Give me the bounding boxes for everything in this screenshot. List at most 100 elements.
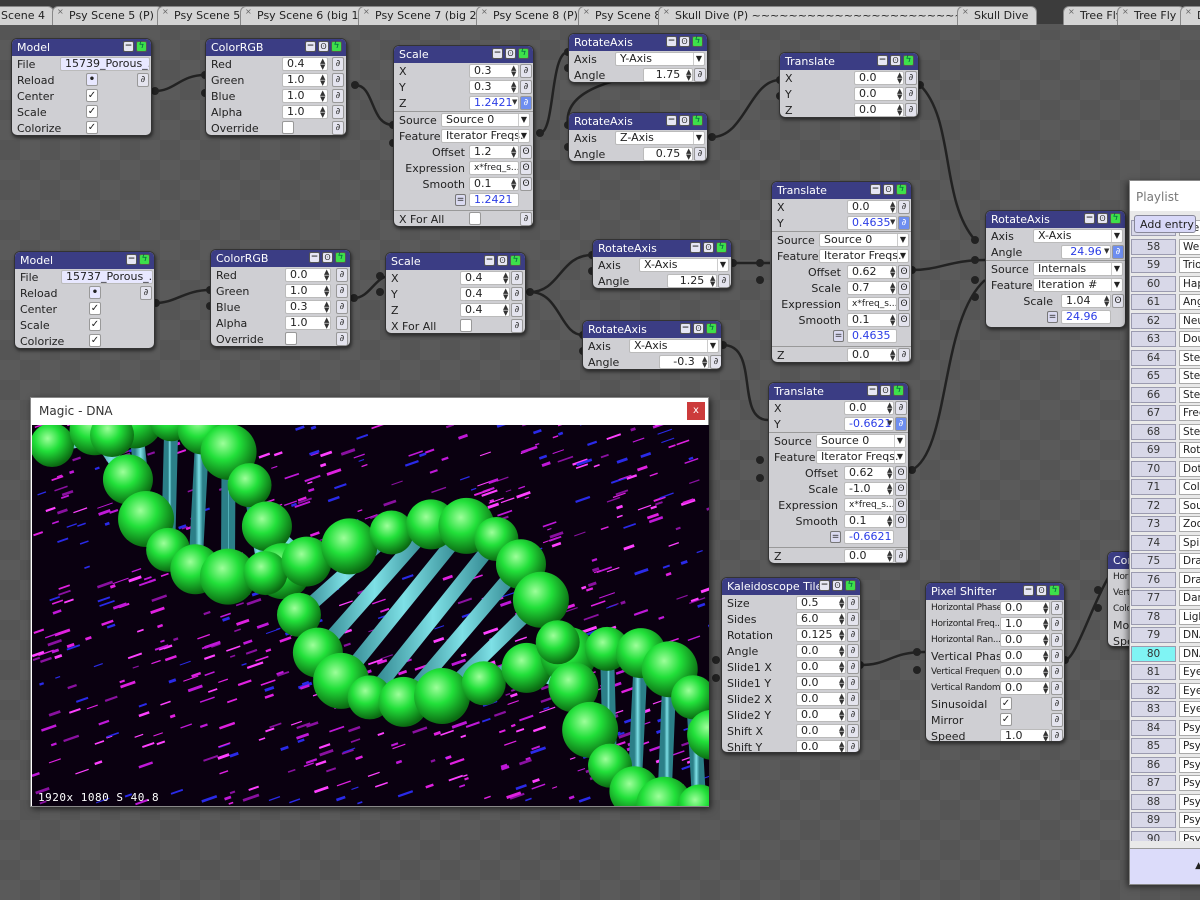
mirror-checkbox[interactable]: ✓ <box>1000 713 1012 726</box>
listen-icon[interactable]: ʘ <box>1112 294 1124 308</box>
link-icon[interactable]: ∂ <box>336 332 348 346</box>
link-icon[interactable]: ∂ <box>898 348 910 362</box>
close-tab-icon[interactable]: × <box>962 7 969 16</box>
node-header[interactable]: ColorRGB − ʘ ϟ <box>211 250 350 267</box>
expression-input[interactable]: x*freq_s... <box>469 161 519 175</box>
spin-icon[interactable]: ▲ ▼ <box>890 314 897 327</box>
scroll-up-button[interactable]: ▲ <box>1130 848 1200 884</box>
playlist-item-number[interactable]: 87 <box>1131 775 1176 791</box>
listen-icon[interactable]: ʘ <box>890 55 901 66</box>
playlist-item-number[interactable]: 73 <box>1131 516 1176 532</box>
playlist-item-number[interactable]: 74 <box>1131 534 1176 551</box>
kaleidoscope-tile-node[interactable]: Kaleidoscope Tile − ʘ ϟ Size 0.5 ▲ ▼ ∂ Sides 6.0… <box>721 577 861 753</box>
link-icon[interactable]: ∂ <box>520 80 532 94</box>
playlist-item-number[interactable]: 64 <box>1131 349 1176 366</box>
close-tab-icon[interactable]: × <box>245 7 252 16</box>
spin-icon[interactable]: ▲ ▼ <box>511 81 518 94</box>
playlist-item-name[interactable]: Eye <box>1179 682 1200 699</box>
playlist-item-name[interactable]: Ang <box>1179 294 1200 310</box>
listen-icon[interactable]: ʘ <box>520 177 532 191</box>
playlist-item[interactable]: 72Sou <box>1130 497 1200 516</box>
playlist-item-number[interactable]: 77 <box>1131 590 1176 606</box>
spin-icon[interactable]: ▲ ▼ <box>1043 666 1050 679</box>
link-icon[interactable]: ∂ <box>847 596 859 610</box>
spin-icon[interactable]: ▲ ▼ <box>839 677 846 690</box>
close-tab-icon[interactable]: × <box>1122 7 1129 16</box>
scene-tab[interactable]: ×Da <box>1180 6 1200 25</box>
colorrgb-node-2[interactable]: ColorRGB − ʘ ϟ Red 0.0 ▲ ▼ ∂ Green 1.0 ▲ ▼ ∂ Blue 0… <box>210 249 351 347</box>
spin-icon[interactable]: ▲ ▼ <box>1043 682 1050 695</box>
link-icon[interactable]: ∂ <box>1112 245 1124 259</box>
link-icon[interactable]: ∂ <box>332 121 344 135</box>
playlist-item-name[interactable]: Psy <box>1179 793 1200 810</box>
power-icon[interactable]: ϟ <box>510 255 521 266</box>
power-icon[interactable]: ϟ <box>1110 213 1121 224</box>
playlist-item[interactable]: 70 Dot <box>1130 460 1200 479</box>
link-icon[interactable]: ∂ <box>511 319 523 333</box>
dropdown-icon[interactable]: ▼ <box>1104 248 1111 260</box>
link-icon[interactable]: ∂ <box>511 287 523 301</box>
playlist-item[interactable]: 75 Dra <box>1130 552 1200 571</box>
link-icon[interactable]: ∂ <box>520 212 532 226</box>
link-icon[interactable]: ∂ <box>336 316 348 330</box>
link-icon[interactable]: ∂ <box>847 676 859 690</box>
playlist-item[interactable]: 61Ang <box>1130 293 1200 312</box>
listen-icon[interactable]: ʘ <box>883 184 894 195</box>
playlist-item-name[interactable]: Psy <box>1179 812 1200 828</box>
minimize-icon[interactable]: − <box>877 55 888 66</box>
power-icon[interactable]: ϟ <box>139 254 150 265</box>
xforall-checkbox[interactable] <box>469 212 481 225</box>
feature-dropdown[interactable]: Iterator Freqs. ▼ <box>816 450 906 464</box>
minimize-icon[interactable]: − <box>484 255 495 266</box>
xforall-checkbox[interactable] <box>460 319 472 332</box>
minimize-icon[interactable]: − <box>309 252 320 263</box>
link-icon[interactable]: ∂ <box>895 417 907 431</box>
center-checkbox[interactable]: ✓ <box>89 302 101 315</box>
spin-icon[interactable]: ▲ ▼ <box>1043 602 1050 615</box>
magic-preview-window[interactable]: Magic - DNA x 1920x 1080 S 40.8 <box>30 397 709 807</box>
power-icon[interactable]: ϟ <box>845 580 856 591</box>
playlist-item[interactable]: 59 Trio <box>1130 256 1200 275</box>
listen-icon[interactable]: ʘ <box>895 482 907 496</box>
spin-icon[interactable]: ▲ ▼ <box>503 272 510 285</box>
listen-icon[interactable]: ʘ <box>322 252 333 263</box>
playlist-item[interactable]: 78Ligh <box>1130 608 1200 627</box>
playlist-item-number[interactable]: 82 <box>1131 682 1176 699</box>
playlist-item[interactable]: 76 Dra <box>1130 571 1200 590</box>
playlist-item[interactable]: 89 Psy <box>1130 811 1200 830</box>
link-icon[interactable]: ∂ <box>710 355 721 369</box>
playlist-item-number[interactable]: 60 <box>1131 275 1176 292</box>
playlist-item-number[interactable]: 58 <box>1131 238 1176 255</box>
playlist-item[interactable]: 73Zoo <box>1130 515 1200 534</box>
playlist-item-name[interactable]: Psy <box>1179 756 1200 773</box>
playlist-item-number[interactable]: 86 <box>1131 756 1176 773</box>
playlist-item-name[interactable]: Free <box>1179 405 1200 421</box>
model-node-1[interactable]: Model − ϟ File 15739_Porous_... Reload • ∂ C… <box>11 38 152 136</box>
spin-icon[interactable]: ▲ ▼ <box>839 661 846 674</box>
playlist-item[interactable]: 63Dou <box>1130 330 1200 349</box>
scale-checkbox[interactable]: ✓ <box>86 105 98 118</box>
spin-icon[interactable]: ▲ ▼ <box>839 597 846 610</box>
link-icon[interactable]: ∂ <box>847 740 859 752</box>
expression-input[interactable]: x*freq_s... <box>844 498 894 512</box>
playlist-item[interactable]: 62Neu <box>1130 312 1200 331</box>
translate-node-1[interactable]: Translate − ʘ ϟ X 0.0 ▲ ▼ ∂ Y 0.0 ▲ ▼ ∂ Z 0.0 ▲ ▼ ∂ <box>779 52 919 118</box>
playlist-item[interactable]: 80DNA <box>1130 645 1200 664</box>
minimize-icon[interactable]: − <box>126 254 137 265</box>
spin-icon[interactable]: ▲ ▼ <box>324 317 331 330</box>
override-checkbox[interactable] <box>285 332 297 345</box>
link-icon[interactable]: ∂ <box>895 401 907 415</box>
minimize-icon[interactable]: − <box>819 580 830 591</box>
close-tab-icon[interactable]: × <box>663 7 670 16</box>
playlist-item-number[interactable]: 66 <box>1131 386 1176 403</box>
link-icon[interactable]: ∂ <box>847 628 859 642</box>
playlist-item-number[interactable]: 88 <box>1131 793 1176 810</box>
node-header[interactable]: RotateAxis − ʘ ϟ <box>569 34 707 51</box>
link-icon[interactable]: ∂ <box>332 105 344 119</box>
minimize-icon[interactable]: − <box>492 48 503 59</box>
axis-dropdown[interactable]: X-Axis ▼ <box>1033 229 1123 243</box>
colorize-checkbox[interactable]: ✓ <box>86 121 98 134</box>
playlist-item[interactable]: 85 Psy <box>1130 737 1200 756</box>
source-dropdown[interactable]: Source 0 ▼ <box>819 233 909 247</box>
spin-icon[interactable]: ▲ ▼ <box>511 146 518 159</box>
